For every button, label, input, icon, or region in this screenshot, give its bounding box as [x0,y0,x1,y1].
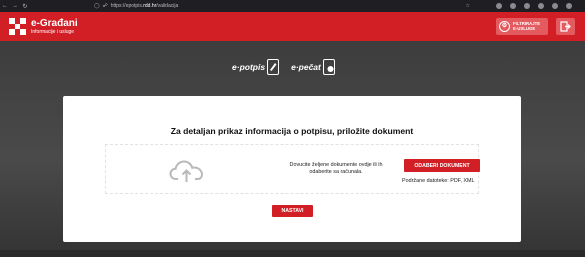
arrow-right-icon[interactable]: → [10,3,20,9]
brand-title: e-Građani [31,17,78,29]
user-login-icon [560,21,571,32]
choose-document-button[interactable]: ODABERI DOKUMENT [404,159,480,172]
epotpis-logo: e·potpis [232,59,280,75]
shield-icon: ◯ [94,3,100,9]
service-logos: e·potpis e·pečat [232,55,352,79]
extensions-puzzle-icon[interactable] [552,3,558,9]
extension-icon[interactable] [524,3,530,9]
supported-formats: Podržane datoteke: PDF, XML [402,178,475,184]
drop-instructions: Dovucite željene dokumente ovdje ili ih … [289,162,383,176]
brand[interactable]: e-Građani Informacije i usluge [31,17,78,35]
filter-services-button[interactable]: ⚙ FILTRIRAJTE E-USLUGE [496,18,548,35]
bookmark-star-icon[interactable]: ☆ [466,3,470,9]
brand-subtitle: Informacije i usluge [31,28,75,35]
reload-icon[interactable]: ↻ [20,3,30,10]
epecat-logo: e·pečat [291,59,335,75]
download-icon[interactable] [510,3,516,9]
validation-card: Za detaljan prikaz informacija o potpisu… [63,96,521,242]
menu-icon[interactable] [566,3,572,9]
pocket-icon[interactable] [496,3,502,9]
account-icon[interactable] [538,3,544,9]
filter-icon: ⚙ [499,21,510,32]
page-footer-edge [0,250,585,257]
address-bar[interactable]: ◯ ☍ https://epotpis.rdd.hr/validacija ☆ [90,2,470,10]
continue-button[interactable]: NASTAVI [272,205,313,217]
arrow-left-icon[interactable]: ← [0,3,10,9]
croatian-checkerboard-logo[interactable] [9,18,26,35]
file-drop-zone[interactable]: Dovucite željene dokumente ovdje ili ih … [105,144,480,194]
url-text: https://epotpis.rdd.hr/validacija [110,3,179,9]
signature-document-icon [267,59,280,75]
browser-toolbar: ← → ↻ ◯ ☍ https://epotpis.rdd.hr/validac… [0,0,585,12]
site-header: e-Građani Informacije i usluge ⚙ FILTRIR… [0,12,585,41]
cloud-upload-icon [169,160,204,182]
lock-icon: ☍ [102,3,108,9]
user-login-button[interactable] [556,18,575,35]
card-title: Za detaljan prikaz informacija o potpisu… [170,126,414,136]
filter-label: FILTRIRAJTE E-USLUGE [513,20,541,31]
seal-document-icon [322,59,335,75]
